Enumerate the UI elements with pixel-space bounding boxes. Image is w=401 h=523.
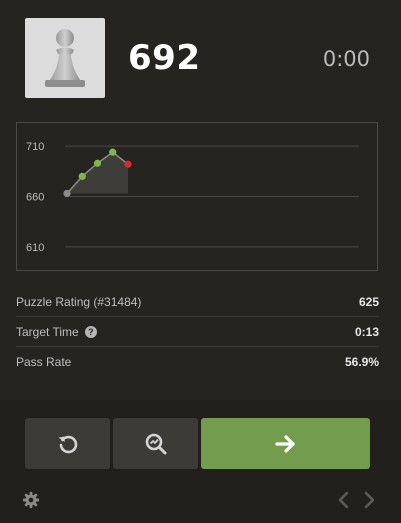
rating-chart: 710 660 610 <box>16 122 378 271</box>
stat-label-text: Puzzle Rating (#31484) <box>16 294 142 309</box>
rating-point[interactable] <box>93 159 102 167</box>
y-tick-label: 610 <box>26 242 44 254</box>
stat-label-text: Target Time <box>16 324 79 339</box>
stat-label: Pass Rate <box>16 355 71 369</box>
help-icon[interactable]: ? <box>84 325 97 338</box>
rating-chart-svg: 710 660 610 <box>26 141 359 254</box>
current-rating: 692 <box>128 38 201 78</box>
pawn-icon <box>45 29 85 87</box>
retry-icon <box>58 435 77 453</box>
rating-point[interactable] <box>124 160 132 168</box>
analysis-icon <box>145 433 166 454</box>
stat-target-time: Target Time ? 0:13 <box>16 317 379 347</box>
arrow-right-icon <box>274 434 295 453</box>
avatar <box>25 18 105 98</box>
chevron-right-icon[interactable] <box>362 491 376 509</box>
chevron-left-icon[interactable] <box>337 491 351 509</box>
stat-value: 56.9% <box>344 355 379 369</box>
rating-point[interactable] <box>109 148 117 156</box>
stat-label: Puzzle Rating (#31484) <box>16 295 141 309</box>
retry-button[interactable] <box>25 418 110 469</box>
stat-label: Target Time ? <box>16 325 97 339</box>
puzzle-footer <box>0 400 401 523</box>
stat-puzzle-rating: Puzzle Rating (#31484) 625 <box>16 287 379 317</box>
rating-point[interactable] <box>78 172 86 180</box>
next-puzzle-button[interactable] <box>201 418 370 469</box>
rating-area <box>67 152 128 194</box>
stat-value: 625 <box>358 294 379 309</box>
puzzle-stats: Puzzle Rating (#31484) 625 Target Time ?… <box>16 287 379 377</box>
rating-point[interactable] <box>63 189 71 198</box>
stat-value: 0:13 <box>354 324 379 339</box>
gear-icon[interactable] <box>22 491 40 509</box>
puzzle-header: 692 0:00 <box>0 0 401 115</box>
stat-pass-rate: Pass Rate 56.9% <box>16 347 379 377</box>
analysis-button[interactable] <box>113 418 198 469</box>
timer: 0:00 <box>322 47 370 71</box>
y-tick-label: 660 <box>26 192 44 204</box>
y-tick-label: 710 <box>26 141 44 153</box>
stat-label-text: Pass Rate <box>16 355 72 369</box>
